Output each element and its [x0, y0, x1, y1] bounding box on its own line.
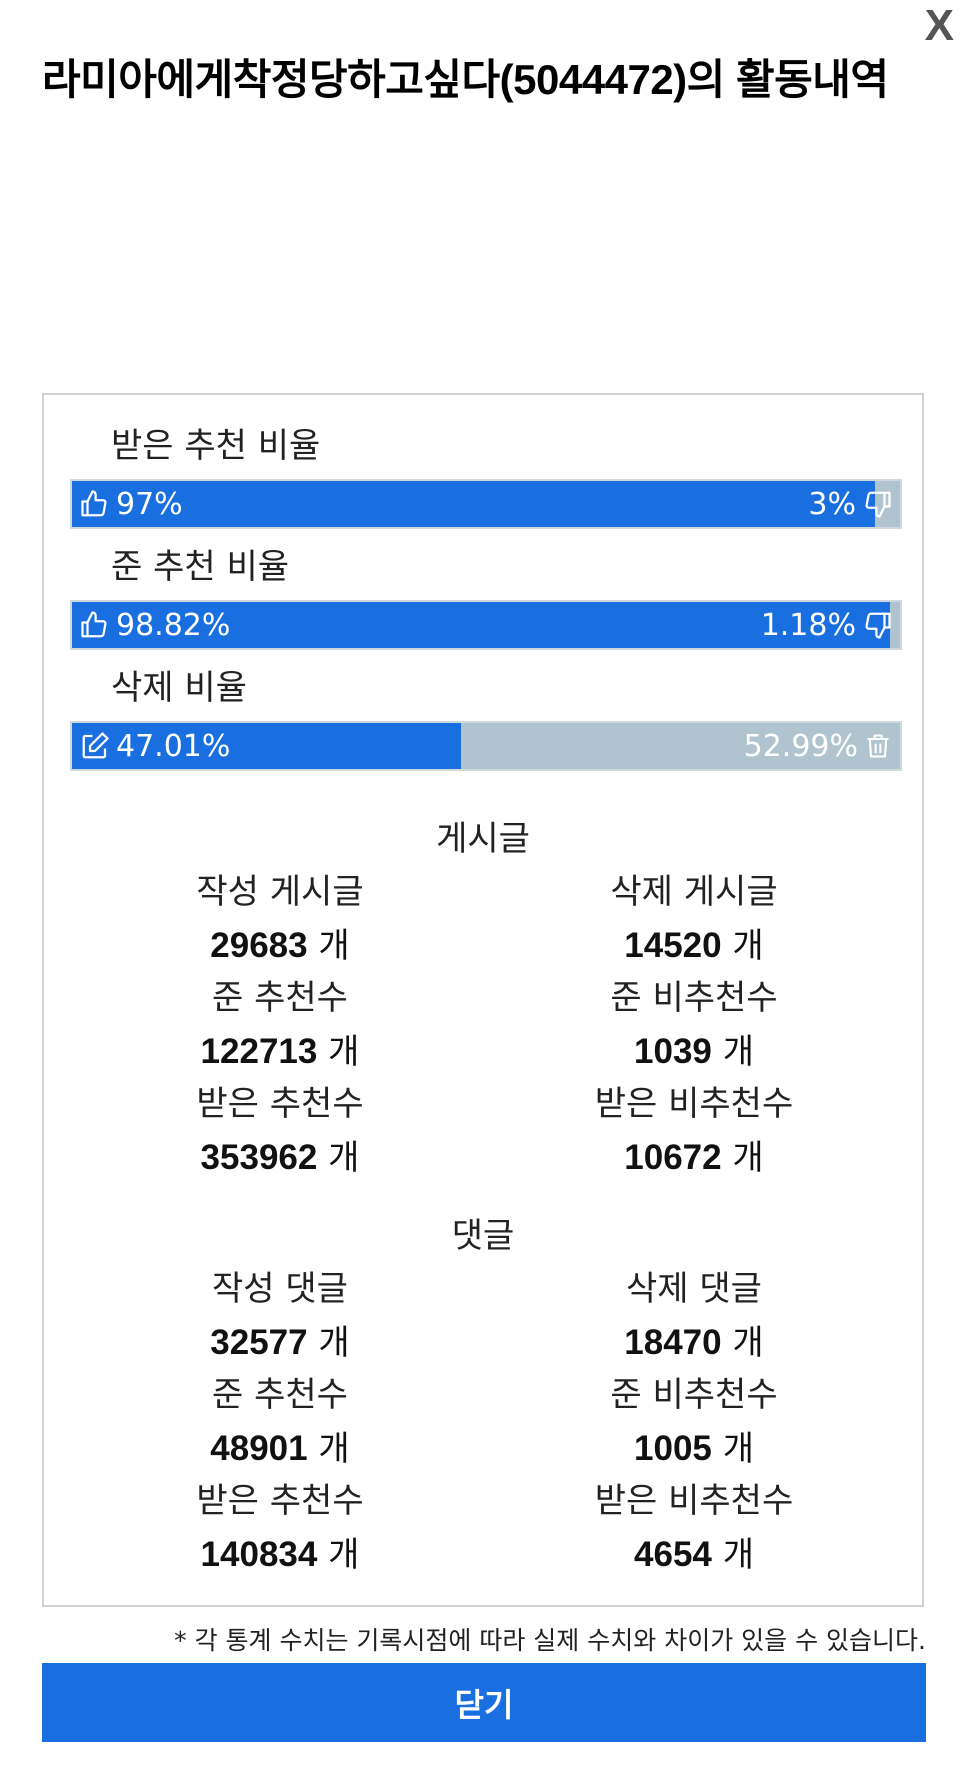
stat-label-given-nonrecommends: 준 비추천수 — [610, 978, 778, 1018]
ratio-left-value: 97% — [116, 486, 183, 522]
close-button[interactable]: 닫기 — [42, 1663, 926, 1742]
ratio-right-value: 52.99% — [743, 728, 858, 764]
stat-value-written-comments: 32577 개 — [210, 1323, 350, 1363]
thumbs-down-icon — [862, 610, 892, 640]
stat-label-given-recommends: 준 추천수 — [212, 978, 348, 1018]
stat-label-received-recommends: 받은 추천수 — [196, 1084, 364, 1124]
stat-label-comment-received-recommends: 받은 추천수 — [196, 1481, 364, 1521]
stat-label-written-comments: 작성 댓글 — [212, 1269, 348, 1309]
stat-value-comment-received-recommends: 140834 개 — [200, 1535, 360, 1575]
ratio-label-delete: 삭제 비율 — [111, 668, 247, 708]
trash-icon — [864, 731, 892, 761]
stat-label-deleted-comments: 삭제 댓글 — [626, 1269, 762, 1309]
stat-value-given-nonrecommends: 1039 개 — [634, 1032, 754, 1072]
stat-value-deleted-comments: 18470 개 — [624, 1323, 764, 1363]
ratio-right-value: 3% — [808, 486, 856, 522]
stat-label-comment-given-recommends: 준 추천수 — [212, 1375, 348, 1415]
stat-label-comment-given-nonrecommends: 준 비추천수 — [610, 1375, 778, 1415]
ratio-bar-received-recommend: 97% 3% — [70, 479, 902, 529]
ratio-left-value: 98.82% — [116, 607, 231, 643]
ratio-label-given-recommend: 준 추천 비율 — [111, 547, 290, 587]
stat-value-given-recommends: 122713 개 — [200, 1032, 360, 1072]
stat-value-written-posts: 29683 개 — [210, 926, 350, 966]
posts-heading: 게시글 — [436, 819, 530, 859]
thumbs-up-icon — [80, 610, 110, 640]
close-x-button[interactable]: X — [925, 4, 954, 48]
thumbs-up-icon — [80, 489, 110, 519]
thumbs-down-icon — [862, 489, 892, 519]
ratio-bar-delete: 47.01% 52.99% — [70, 721, 902, 771]
stat-label-comment-received-nonrecommends: 받은 비추천수 — [594, 1481, 794, 1521]
ratio-bar-fill — [72, 481, 876, 527]
ratio-bar-given-recommend: 98.82% 1.18% — [70, 600, 902, 650]
page-title: 라미아에게착정당하고싶다(5044472)의 활동내역 — [42, 56, 889, 103]
ratio-right-value: 1.18% — [760, 607, 856, 643]
stat-value-comment-given-nonrecommends: 1005 개 — [634, 1429, 754, 1469]
stat-value-received-recommends: 353962 개 — [200, 1138, 360, 1178]
stat-label-written-posts: 작성 게시글 — [196, 872, 364, 912]
stat-value-deleted-posts: 14520 개 — [624, 926, 764, 966]
stat-label-deleted-posts: 삭제 게시글 — [610, 872, 778, 912]
comments-heading: 댓글 — [451, 1216, 515, 1256]
stat-value-received-nonrecommends: 10672 개 — [624, 1138, 764, 1178]
disclaimer-note: * 각 통계 수치는 기록시점에 따라 실제 수치와 차이가 있을 수 있습니다… — [174, 1626, 926, 1655]
ratio-label-received-recommend: 받은 추천 비율 — [111, 426, 321, 466]
stat-value-comment-received-nonrecommends: 4654 개 — [634, 1535, 754, 1575]
activity-panel: 받은 추천 비율 97% 3% 준 추천 비율 98.82% 1.18% 삭제 … — [42, 393, 924, 1607]
ratio-left-value: 47.01% — [116, 728, 231, 764]
stat-value-comment-given-recommends: 48901 개 — [210, 1429, 350, 1469]
edit-icon — [80, 731, 110, 761]
stat-label-received-nonrecommends: 받은 비추천수 — [594, 1084, 794, 1124]
